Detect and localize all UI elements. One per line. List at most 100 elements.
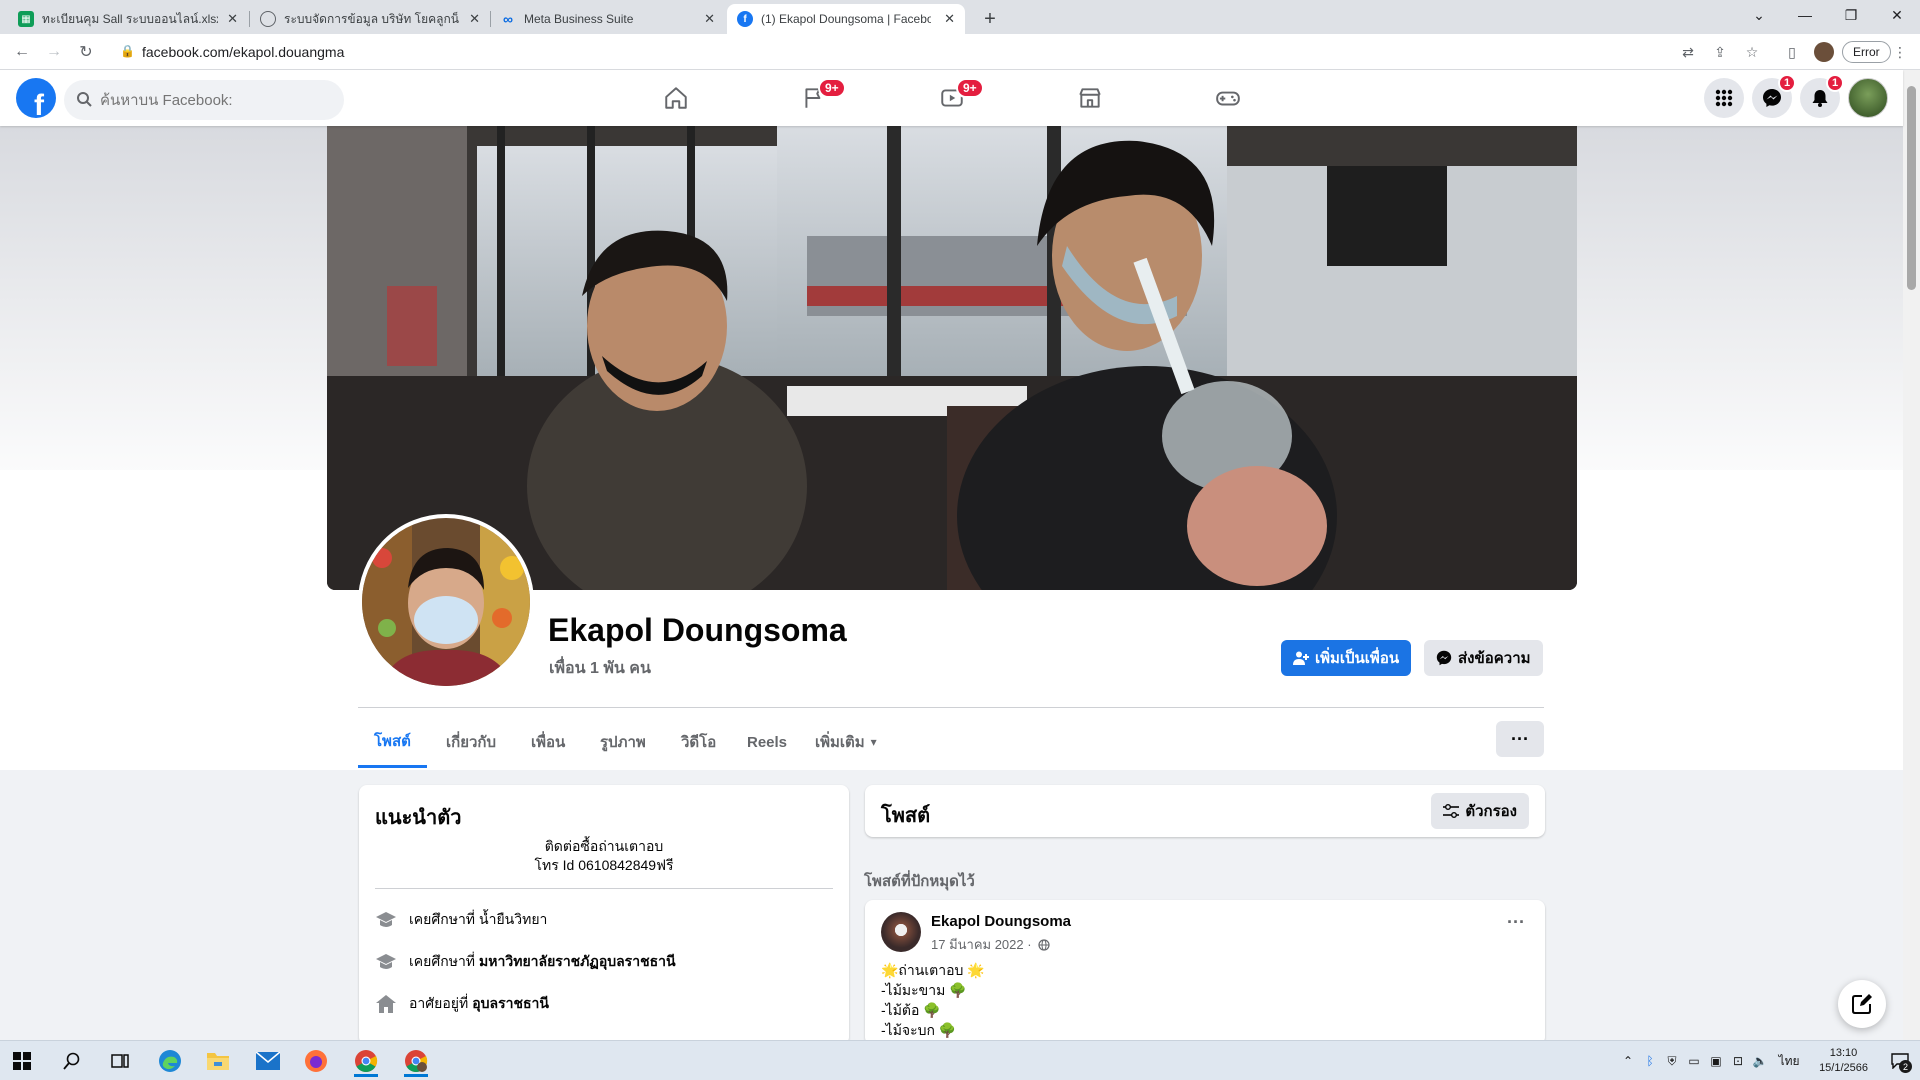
battery-icon[interactable]: ▭	[1683, 1054, 1705, 1068]
input-language[interactable]: ไทย	[1771, 1052, 1807, 1071]
filter-button[interactable]: ตัวกรอง	[1431, 793, 1529, 829]
new-message-button[interactable]	[1838, 980, 1886, 1028]
taskbar-chrome-profile[interactable]	[396, 1045, 436, 1077]
post-author-avatar[interactable]	[881, 912, 921, 952]
cover-photo[interactable]	[327, 126, 1577, 590]
network-icon[interactable]: ⊡	[1727, 1054, 1749, 1068]
close-icon[interactable]: ✕	[944, 11, 955, 27]
chevron-down-icon: ⌄	[1753, 6, 1765, 23]
security-shield-icon[interactable]: ⛨	[1661, 1054, 1683, 1069]
camera-icon[interactable]: ▣	[1705, 1054, 1727, 1068]
chevron-up-icon[interactable]: ⌃	[1617, 1054, 1639, 1068]
taskbar-file-explorer[interactable]	[198, 1045, 238, 1077]
taskbar-clock[interactable]: 13:10 15/1/2566	[1819, 1046, 1868, 1076]
tab-label: (1) Ekapol Doungsoma | Facebook	[761, 12, 931, 26]
taskbar-chrome[interactable]	[346, 1045, 386, 1077]
post-date-text: 17 มีนาคม 2022 ·	[931, 937, 1032, 952]
post-date[interactable]: 17 มีนาคม 2022 ·	[931, 934, 1050, 955]
taskbar-mail[interactable]	[248, 1045, 288, 1077]
browser-tab-facebook[interactable]: f (1) Ekapol Doungsoma | Facebook ✕	[727, 4, 965, 34]
tab-posts[interactable]: โพสต์	[358, 716, 427, 768]
scrollbar-thumb[interactable]	[1907, 86, 1916, 290]
messenger-icon	[1763, 89, 1781, 107]
share-icon[interactable]: ⇪	[1710, 42, 1730, 62]
task-view-button[interactable]	[100, 1045, 140, 1077]
intro-row-value[interactable]: น้ำยืนวิทยา	[479, 909, 547, 931]
windows-logo-icon	[13, 1052, 31, 1070]
arrow-right-icon: →	[46, 43, 62, 60]
add-friend-button[interactable]: เพิ่มเป็นเพื่อน	[1281, 640, 1412, 676]
tab-reels[interactable]: Reels	[731, 716, 803, 768]
add-friend-label: เพิ่มเป็นเพื่อน	[1315, 650, 1400, 667]
send-message-button[interactable]: ส่งข้อความ	[1424, 640, 1543, 676]
tab-search-button[interactable]: ⌄	[1736, 0, 1782, 30]
taskbar-search-button[interactable]	[52, 1045, 92, 1077]
start-button[interactable]	[2, 1045, 42, 1077]
url-text[interactable]: facebook.com/ekapol.douangma	[142, 44, 344, 60]
taskbar-firefox[interactable]	[296, 1045, 336, 1077]
tab-friends[interactable]: เพื่อน	[515, 716, 581, 768]
tab-more[interactable]: เพิ่มเติม ▾	[799, 716, 893, 768]
filter-sliders-icon	[1443, 804, 1460, 818]
bluetooth-icon[interactable]: ᛒ	[1639, 1054, 1661, 1068]
notifications-button[interactable]: 1	[1800, 74, 1844, 118]
tab-label: Meta Business Suite	[524, 12, 634, 26]
error-button[interactable]: Error	[1842, 41, 1891, 63]
nav-gaming-button[interactable]	[1172, 74, 1284, 122]
forward-button[interactable]: →	[42, 40, 66, 64]
close-window-button[interactable]: ✕	[1874, 0, 1920, 30]
facebook-logo-icon[interactable]: f	[16, 78, 56, 118]
friend-count[interactable]: เพื่อน 1 พัน คน	[549, 656, 651, 681]
windows-taskbar: ⌃ ᛒ ⛨ ▭ ▣ ⊡ 🔈 ไทย 13:10 15/1/2566 2	[0, 1040, 1920, 1080]
intro-row-prefix: อาศัยอยู่ที่	[409, 995, 469, 1011]
reload-button[interactable]: ↻	[74, 40, 98, 64]
translate-icon[interactable]: ⇄	[1678, 42, 1698, 62]
browser-tab-sheets[interactable]: ▦ ทะเบียนคุม Sall ระบบออนไลน์.xlsx - G ✕	[8, 4, 248, 34]
close-icon[interactable]: ✕	[469, 11, 480, 27]
post-text-line: -ไม้จะบก 🌳	[881, 1022, 957, 1038]
close-icon[interactable]: ✕	[704, 11, 715, 27]
arrow-left-icon: ←	[14, 43, 30, 60]
chrome-icon	[405, 1050, 428, 1072]
volume-icon[interactable]: 🔈	[1749, 1054, 1771, 1068]
post-more-button[interactable]: ···	[1507, 912, 1525, 933]
back-button[interactable]: ←	[10, 40, 34, 64]
tab-videos[interactable]: วิดีโอ	[665, 716, 732, 768]
intro-row-value[interactable]: มหาวิทยาลัยราชภัฏอุบลราชธานี	[479, 951, 676, 973]
restore-icon: ❐	[1844, 6, 1858, 23]
nav-pages-button[interactable]: 9+	[758, 74, 870, 122]
browser-tab-meta[interactable]: ∞ Meta Business Suite ✕	[490, 4, 725, 34]
nav-home-button[interactable]	[620, 74, 732, 122]
browser-tab-system[interactable]: ระบบจัดการข้อมูล บริษัท โยคลูกน็อต ✕	[250, 4, 490, 34]
facebook-search-box[interactable]	[64, 80, 344, 120]
search-input[interactable]	[100, 91, 320, 109]
side-panel-icon[interactable]: ▯	[1782, 42, 1802, 62]
nav-marketplace-button[interactable]	[1034, 74, 1146, 122]
nav-watch-button[interactable]: 9+	[896, 74, 1008, 122]
notification-center-button[interactable]: 2	[1880, 1041, 1920, 1080]
restore-button[interactable]: ❐	[1828, 0, 1874, 30]
more-dots-icon: ···	[1511, 728, 1529, 749]
profile-picture[interactable]	[358, 514, 534, 690]
account-avatar[interactable]	[1848, 78, 1888, 118]
clock-date: 15/1/2566	[1819, 1062, 1868, 1074]
menu-button[interactable]	[1704, 78, 1744, 118]
taskbar-edge[interactable]	[150, 1045, 190, 1077]
new-tab-button[interactable]: +	[975, 4, 1005, 34]
kebab-menu-icon[interactable]: ⋮	[1890, 42, 1910, 62]
tab-photos[interactable]: รูปภาพ	[584, 716, 662, 768]
profile-more-button[interactable]: ···	[1496, 721, 1544, 757]
posts-header-card: โพสต์ ตัวกรอง	[865, 785, 1545, 837]
post-text-line: -ไม้มะขาม 🌳	[881, 982, 967, 998]
messenger-button[interactable]: 1	[1752, 74, 1796, 118]
intro-row-value[interactable]: อุบลราชธานี	[472, 993, 549, 1015]
tab-about[interactable]: เกี่ยวกับ	[430, 716, 512, 768]
more-dots-icon: ···	[1507, 912, 1525, 932]
profile-avatar-icon[interactable]	[1814, 42, 1834, 62]
minimize-button[interactable]: —	[1782, 0, 1828, 30]
bookmark-star-icon[interactable]: ☆	[1742, 42, 1762, 62]
post-author-name[interactable]: Ekapol Doungsoma	[931, 913, 1071, 930]
browser-toolbar: ← → ↻ 🔒 facebook.com/ekapol.douangma ⇄ ⇪…	[0, 34, 1920, 70]
lock-icon[interactable]: 🔒	[120, 44, 135, 58]
close-icon[interactable]: ✕	[227, 11, 238, 27]
